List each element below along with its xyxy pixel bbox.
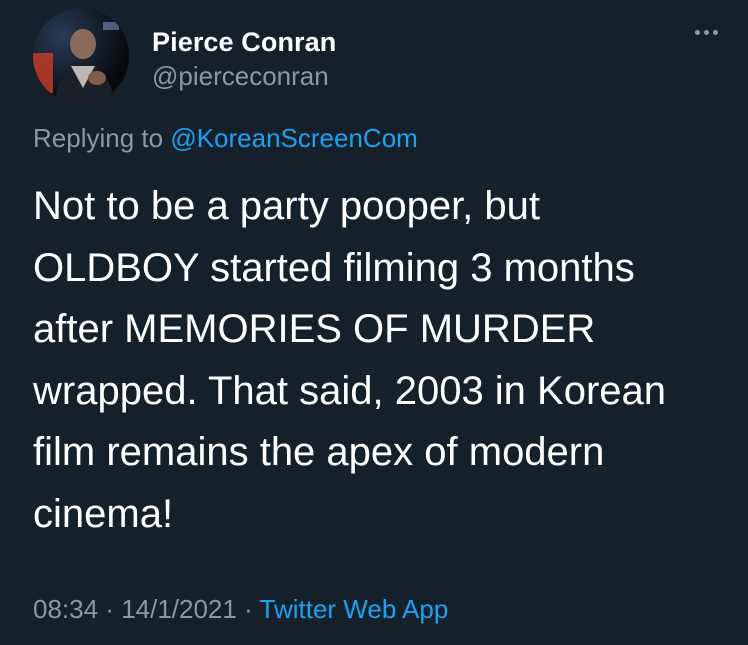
dot xyxy=(704,30,709,35)
tweet-date-link[interactable]: 14/1/2021 xyxy=(121,594,237,624)
tweet-text-line: wrapped. That said, 2003 in Korean xyxy=(33,368,667,413)
tweet-metadata: 08:34 · 14/1/2021 · Twitter Web App xyxy=(33,592,448,626)
reply-mention-link[interactable]: @KoreanScreenCom xyxy=(170,123,418,153)
display-name[interactable]: Pierce Conran xyxy=(152,26,336,58)
tweet-detail: Pierce Conran @pierceconran Replying to … xyxy=(0,0,748,645)
replying-to-label: Replying to xyxy=(33,123,164,153)
more-options-icon[interactable] xyxy=(695,30,718,35)
profile-photo-icon xyxy=(33,8,129,104)
dot xyxy=(713,30,718,35)
handle[interactable]: @pierceconran xyxy=(152,60,336,92)
tweet-text-line: Not to be a party pooper, but xyxy=(33,184,541,228)
tweet-text-line: OLDBOY started filming 3 months xyxy=(33,245,635,290)
meta-separator: · xyxy=(98,594,122,624)
tweet-text-line: after MEMORIES OF MURDER xyxy=(33,307,596,351)
avatar[interactable] xyxy=(33,8,129,104)
tweet-text: Not to be a party pooper, but OLDBOY sta… xyxy=(33,176,723,545)
tweet-time-link[interactable]: 08:34 xyxy=(33,594,98,624)
author-names: Pierce Conran @pierceconran xyxy=(152,26,336,92)
source-app-link[interactable]: Twitter Web App xyxy=(260,594,449,624)
meta-separator: · xyxy=(236,594,260,624)
tweet-text-line: film remains the apex of modern xyxy=(33,430,605,474)
dot xyxy=(695,30,700,35)
replying-to: Replying to @KoreanScreenCom xyxy=(33,122,418,154)
tweet-text-line: cinema! xyxy=(33,491,174,536)
